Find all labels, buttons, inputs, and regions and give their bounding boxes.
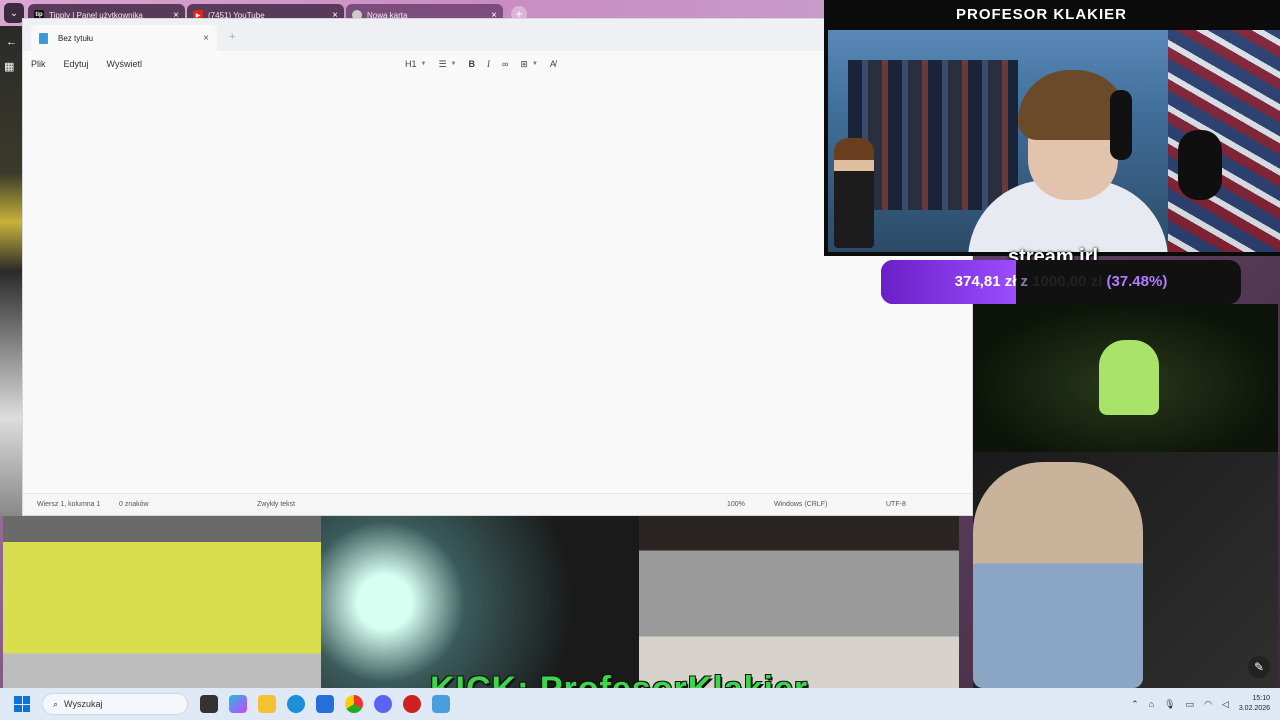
chrome-icon[interactable] xyxy=(345,695,363,713)
menu-bar: Plik Edytuj Wyświetl xyxy=(31,59,142,69)
text-format[interactable]: Zwykły tekst xyxy=(257,501,295,508)
microphone-icon[interactable]: 🎙 xyxy=(1164,699,1175,710)
formatting-toolbar: H1 ▼ ☰ ▼ B I ∞ ⊞ ▼ A̸ xyxy=(405,51,556,77)
store-icon[interactable] xyxy=(316,695,334,713)
search-placeholder: Wyszukaj xyxy=(64,699,103,709)
channel-title: PROFESOR KLAKIER xyxy=(956,6,1128,23)
edit-pencil-icon[interactable]: ✎ xyxy=(1248,656,1270,678)
status-bar: Wiersz 1, kolumna 1 0 znaków Zwykły teks… xyxy=(23,493,972,515)
obs-icon[interactable] xyxy=(403,695,421,713)
donation-goal-bar: 374,81 zł z 1000,00 zł (37.48%) xyxy=(881,260,1241,304)
microphone-icon xyxy=(1178,130,1222,200)
list-icon[interactable]: ☰ xyxy=(438,59,446,70)
webcam-feed xyxy=(828,30,1280,252)
zoom-level[interactable]: 100% xyxy=(727,501,745,508)
cursor-position: Wiersz 1, kolumna 1 xyxy=(37,501,101,508)
goal-text: 374,81 zł z 1000,00 zł (37.48%) xyxy=(881,273,1241,290)
display-icon[interactable]: ▭ xyxy=(1186,699,1195,710)
goal-target: 1000,00 zł xyxy=(1032,273,1103,290)
network-icon[interactable]: ⌂ xyxy=(1149,699,1154,709)
clock-date: 3.02.2026 xyxy=(1238,705,1270,712)
tab-search-button[interactable]: ⌄ xyxy=(4,3,24,23)
notepad-icon xyxy=(39,32,48,44)
file-explorer-icon[interactable] xyxy=(258,695,276,713)
dancing-figure-sticker xyxy=(834,138,874,248)
discord-icon[interactable] xyxy=(374,695,392,713)
menu-file[interactable]: Plik xyxy=(31,59,46,69)
menu-view[interactable]: Wyświetl xyxy=(107,59,142,69)
volume-icon[interactable]: ◁ xyxy=(1222,699,1229,710)
edge-icon[interactable] xyxy=(287,695,305,713)
bold-icon[interactable]: B xyxy=(469,59,476,69)
taskbar-apps xyxy=(200,695,450,713)
windows-taskbar: ⌕ Wyszukaj ⌃ ⌂ 🎙 ▭ ◠ ◁ 15:10 3.02.2026 xyxy=(0,688,1280,720)
photo-tile-silver-car xyxy=(639,516,959,688)
clear-formatting-icon[interactable]: A̸ xyxy=(550,59,556,69)
photo-tile-night-flash xyxy=(321,516,639,688)
notepad-taskbar-icon[interactable] xyxy=(432,695,450,713)
goal-percent: (37.48%) xyxy=(1106,273,1168,290)
table-icon[interactable]: ⊞ xyxy=(520,59,528,70)
photo-tile-yellow-car xyxy=(3,516,321,688)
taskbar-search[interactable]: ⌕ Wyszukaj xyxy=(42,693,188,715)
goal-separator: z xyxy=(1020,273,1029,290)
photo-tile-green-mask xyxy=(973,304,1278,452)
start-button[interactable] xyxy=(14,696,30,712)
notepad-tab[interactable]: Bez tytułu × xyxy=(31,25,217,51)
background-browser-window: ← ▦ xyxy=(0,26,22,516)
italic-icon[interactable]: I xyxy=(487,59,490,69)
copilot-icon[interactable] xyxy=(229,695,247,713)
system-tray: ⌃ ⌂ 🎙 ▭ ◠ ◁ 15:10 3.02.2026 xyxy=(1131,688,1270,720)
search-icon: ⌕ xyxy=(53,698,59,709)
wifi-icon[interactable]: ◠ xyxy=(1204,699,1212,710)
chevron-down-icon: ▼ xyxy=(531,61,538,67)
notepad-tab-title: Bez tytułu xyxy=(58,33,94,43)
close-icon[interactable]: × xyxy=(203,33,209,44)
heading-dropdown[interactable]: H1 xyxy=(405,59,417,69)
line-ending[interactable]: Windows (CRLF) xyxy=(774,501,827,508)
apps-grid-icon[interactable]: ▦ xyxy=(4,60,14,73)
link-icon[interactable]: ∞ xyxy=(502,59,508,69)
menu-edit[interactable]: Edytuj xyxy=(64,59,89,69)
task-view-icon[interactable] xyxy=(200,695,218,713)
chevron-down-icon: ▼ xyxy=(420,61,427,67)
back-icon[interactable]: ← xyxy=(6,36,17,48)
chevron-up-icon[interactable]: ⌃ xyxy=(1131,699,1139,710)
chevron-down-icon: ▼ xyxy=(450,61,457,67)
new-tab-button[interactable]: + xyxy=(229,31,235,43)
char-count: 0 znaków xyxy=(119,501,149,508)
photo-tile-masked-man xyxy=(973,452,1278,688)
clock-time: 15:10 xyxy=(1252,695,1270,702)
clock[interactable]: 15:10 3.02.2026 xyxy=(1239,694,1270,714)
encoding[interactable]: UTF-8 xyxy=(886,501,906,508)
goal-current: 374,81 zł xyxy=(954,273,1017,290)
webcam-overlay: PROFESOR KLAKIER xyxy=(824,0,1280,256)
headset-icon xyxy=(1110,90,1132,160)
